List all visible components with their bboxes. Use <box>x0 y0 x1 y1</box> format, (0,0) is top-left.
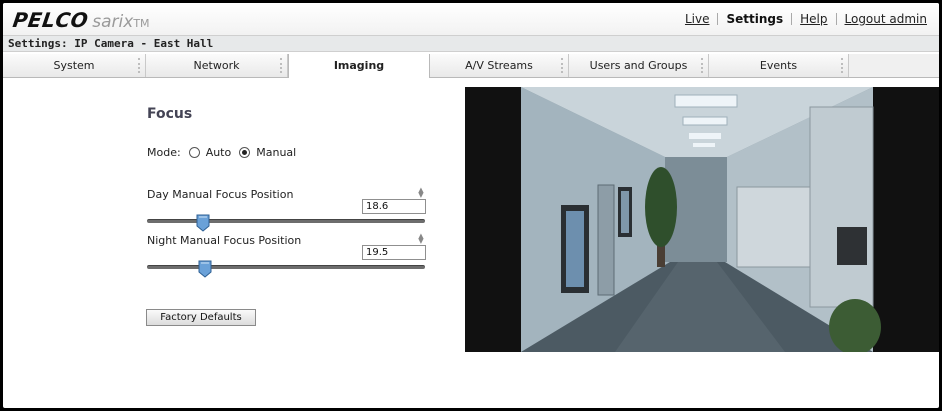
auto-mode-radio[interactable] <box>188 147 200 158</box>
manual-mode-label: Manual <box>256 146 297 159</box>
night-focus-slider-thumb[interactable] <box>198 260 212 278</box>
tab-system[interactable]: System <box>3 54 146 77</box>
tab-label: Events <box>759 59 798 72</box>
settings-breadcrumb-bar: Settings: IP Camera - East Hall <box>3 35 939 52</box>
auto-mode-label: Auto <box>205 146 232 159</box>
tab-grip <box>561 58 565 73</box>
day-focus-label: Day Manual Focus Position <box>147 188 294 201</box>
camera-video-preview[interactable] <box>465 87 939 352</box>
nav-divider <box>791 13 793 25</box>
settings-tabs: System Network Imaging A/V Streams Users… <box>3 54 939 78</box>
factory-defaults-button[interactable]: Factory Defaults <box>146 309 256 326</box>
tab-grip <box>841 58 845 73</box>
day-focus-spinner-icon[interactable]: ▲ ▼ <box>417 187 425 199</box>
trademark: TM <box>133 17 150 30</box>
app-window: PELCO sarix TM Live Settings Help Logout… <box>3 3 939 408</box>
tab-imaging[interactable]: Imaging <box>288 54 430 78</box>
breadcrumb: Settings: IP Camera - East Hall <box>8 37 214 50</box>
tab-network[interactable]: Network <box>146 54 288 77</box>
nav-divider <box>835 13 837 25</box>
tab-grip <box>138 58 142 73</box>
night-focus-label: Night Manual Focus Position <box>147 234 302 247</box>
tab-label: Users and Groups <box>589 59 688 72</box>
focus-heading: Focus <box>147 106 193 122</box>
day-focus-slider-track[interactable] <box>147 219 425 223</box>
tab-label: System <box>53 59 95 72</box>
logout-link[interactable]: Logout admin <box>845 12 928 26</box>
tab-grip <box>701 58 705 73</box>
settings-link[interactable]: Settings <box>726 12 783 26</box>
tab-label: A/V Streams <box>465 59 533 72</box>
tab-events[interactable]: Events <box>709 54 849 77</box>
night-focus-slider-track[interactable] <box>147 265 425 269</box>
day-focus-value-field[interactable]: 18.6 <box>362 199 426 214</box>
pelco-sarix-logo: PELCO sarix TM <box>11 8 150 32</box>
night-focus-value-field[interactable]: 19.5 <box>362 245 426 260</box>
hallway-video-frame <box>465 87 939 352</box>
top-navigation: Live Settings Help Logout admin <box>685 12 927 26</box>
night-focus-spinner-icon[interactable]: ▲ ▼ <box>417 233 425 245</box>
help-link[interactable]: Help <box>800 12 827 26</box>
mode-label: Mode: <box>147 146 181 159</box>
tab-label: Network <box>193 59 240 72</box>
nav-divider <box>717 13 719 25</box>
header: PELCO sarix TM Live Settings Help Logout… <box>3 3 939 35</box>
brand-name: PELCO <box>11 8 90 32</box>
day-focus-slider-thumb[interactable] <box>196 214 210 232</box>
tab-grip <box>280 58 284 73</box>
live-link[interactable]: Live <box>685 12 710 26</box>
tab-label: Imaging <box>333 59 385 72</box>
focus-mode-row: Mode: Auto Manual <box>147 146 296 159</box>
tab-users-and-groups[interactable]: Users and Groups <box>569 54 709 77</box>
manual-mode-radio[interactable] <box>239 147 251 158</box>
tab-av-streams[interactable]: A/V Streams <box>430 54 569 77</box>
product-name: sarix <box>92 12 134 32</box>
